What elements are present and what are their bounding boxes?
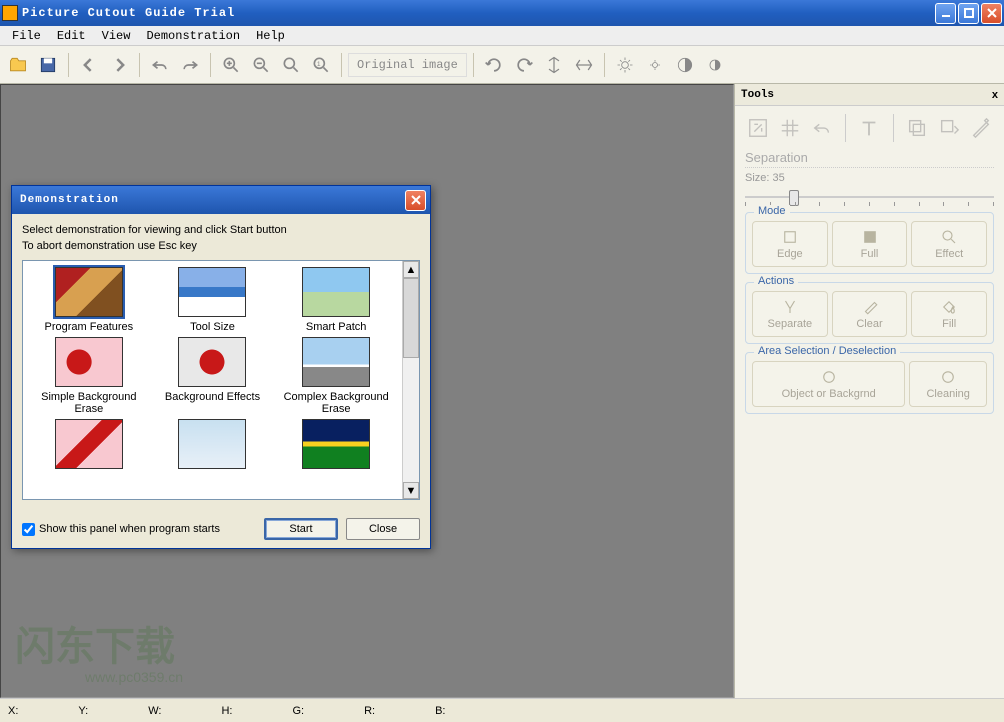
demo-item-smart-patch[interactable]: Smart Patch	[276, 267, 396, 333]
mode-fieldset: Mode Edge Full Effect	[745, 212, 994, 274]
svg-text:1: 1	[317, 60, 321, 67]
dialog-close-button[interactable]	[405, 190, 426, 211]
menubar: File Edit View Demonstration Help	[0, 26, 1004, 46]
menu-file[interactable]: File	[4, 27, 49, 45]
scroll-thumb[interactable]	[403, 278, 419, 358]
status-w: W:	[148, 705, 161, 717]
start-button[interactable]: Start	[264, 518, 338, 540]
menu-edit[interactable]: Edit	[49, 27, 94, 45]
demo-item-complex-bg-erase[interactable]: Complex Background Erase	[276, 337, 396, 415]
menu-help[interactable]: Help	[248, 27, 293, 45]
app-icon	[2, 5, 18, 21]
demo-item-8[interactable]	[153, 419, 273, 473]
size-label: Size: 35	[745, 172, 994, 184]
brightness-up-button[interactable]	[611, 51, 639, 79]
contrast-up-button[interactable]	[671, 51, 699, 79]
undo-tool-icon[interactable]	[809, 114, 835, 142]
status-r: R:	[364, 705, 375, 717]
svg-text:www.pc0359.cn: www.pc0359.cn	[84, 669, 183, 685]
status-b: B:	[435, 705, 445, 717]
brightness-down-button[interactable]	[641, 51, 669, 79]
zoom-out-button[interactable]	[247, 51, 275, 79]
dialog-close-btn[interactable]: Close	[346, 518, 420, 540]
canvas-area[interactable]: 闪东下载www.pc0359.cn Demonstration Select d…	[0, 84, 734, 698]
demo-item-bg-effects[interactable]: Background Effects	[153, 337, 273, 415]
svg-text:闪东下载: 闪东下载	[15, 625, 175, 669]
wizard-icon[interactable]	[968, 114, 994, 142]
demo-item-simple-bg-erase[interactable]: Simple Background Erase	[29, 337, 149, 415]
scroll-down-icon[interactable]: ▼	[403, 482, 419, 499]
demo-item-program-features[interactable]: Program Features	[29, 267, 149, 333]
area-cleaning-button[interactable]: Cleaning	[909, 361, 987, 407]
statusbar: X: Y: W: H: G: R: B:	[0, 698, 1004, 722]
status-y: Y:	[78, 705, 88, 717]
status-g: G:	[292, 705, 304, 717]
flip-v-button[interactable]	[540, 51, 568, 79]
status-h: H:	[221, 705, 232, 717]
action-clear-button[interactable]: Clear	[832, 291, 908, 337]
maximize-button[interactable]	[958, 3, 979, 24]
actions-fieldset: Actions Separate Clear Fill	[745, 282, 994, 344]
area-object-button[interactable]: Object or Backgrnd	[752, 361, 905, 407]
rotate-ccw-button[interactable]	[480, 51, 508, 79]
window-title: Picture Cutout Guide Trial	[22, 6, 935, 20]
titlebar: Picture Cutout Guide Trial	[0, 0, 1004, 26]
layer-add-icon[interactable]	[904, 114, 930, 142]
show-panel-checkbox[interactable]: Show this panel when program starts	[22, 523, 256, 536]
demo-list: Program Features Tool Size Smart Patch S…	[22, 260, 420, 500]
save-button[interactable]	[34, 51, 62, 79]
text-icon[interactable]	[856, 114, 882, 142]
dialog-title: Demonstration	[16, 194, 405, 206]
minimize-button[interactable]	[935, 3, 956, 24]
watermark: 闪东下载www.pc0359.cn	[5, 610, 285, 693]
open-button[interactable]	[4, 51, 32, 79]
mode-full-button[interactable]: Full	[832, 221, 908, 267]
undo-button[interactable]	[146, 51, 174, 79]
status-x: X:	[8, 705, 18, 717]
flip-h-button[interactable]	[570, 51, 598, 79]
action-separate-button[interactable]: Separate	[752, 291, 828, 337]
zoom-actual-button[interactable]: 1	[307, 51, 335, 79]
demo-scrollbar[interactable]: ▲ ▼	[402, 261, 419, 499]
grid-icon[interactable]	[777, 114, 803, 142]
demo-item-7[interactable]	[29, 419, 149, 473]
tools-title: Tools	[741, 89, 774, 101]
zoom-in-button[interactable]	[217, 51, 245, 79]
back-button[interactable]	[75, 51, 103, 79]
demo-item-tool-size[interactable]: Tool Size	[153, 267, 273, 333]
menu-view[interactable]: View	[94, 27, 139, 45]
demonstration-dialog: Demonstration Select demonstration for v…	[11, 185, 431, 549]
layer-move-icon[interactable]	[936, 114, 962, 142]
close-button[interactable]	[981, 3, 1002, 24]
forward-button[interactable]	[105, 51, 133, 79]
menu-demonstration[interactable]: Demonstration	[138, 27, 248, 45]
dialog-text-2: To abort demonstration use Esc key	[22, 240, 420, 252]
mode-edge-button[interactable]: Edge	[752, 221, 828, 267]
scroll-up-icon[interactable]: ▲	[403, 261, 419, 278]
contrast-down-button[interactable]	[701, 51, 729, 79]
action-fill-button[interactable]: Fill	[911, 291, 987, 337]
mode-effect-button[interactable]: Effect	[911, 221, 987, 267]
original-image-label: Original image	[348, 53, 467, 77]
area-fieldset: Area Selection / Deselection Object or B…	[745, 352, 994, 414]
rotate-cw-button[interactable]	[510, 51, 538, 79]
tools-panel: Tools x Separation Size: 35	[734, 84, 1004, 698]
separation-label: Separation	[745, 150, 994, 168]
main-toolbar: 1 Original image	[0, 46, 1004, 84]
zoom-fit-button[interactable]	[277, 51, 305, 79]
dialog-titlebar[interactable]: Demonstration	[12, 186, 430, 214]
show-panel-checkbox-input[interactable]	[22, 523, 35, 536]
redo-button[interactable]	[176, 51, 204, 79]
dialog-text-1: Select demonstration for viewing and cli…	[22, 224, 420, 236]
tools-close-button[interactable]: x	[992, 89, 998, 101]
resize-icon[interactable]	[745, 114, 771, 142]
demo-item-9[interactable]	[276, 419, 396, 473]
